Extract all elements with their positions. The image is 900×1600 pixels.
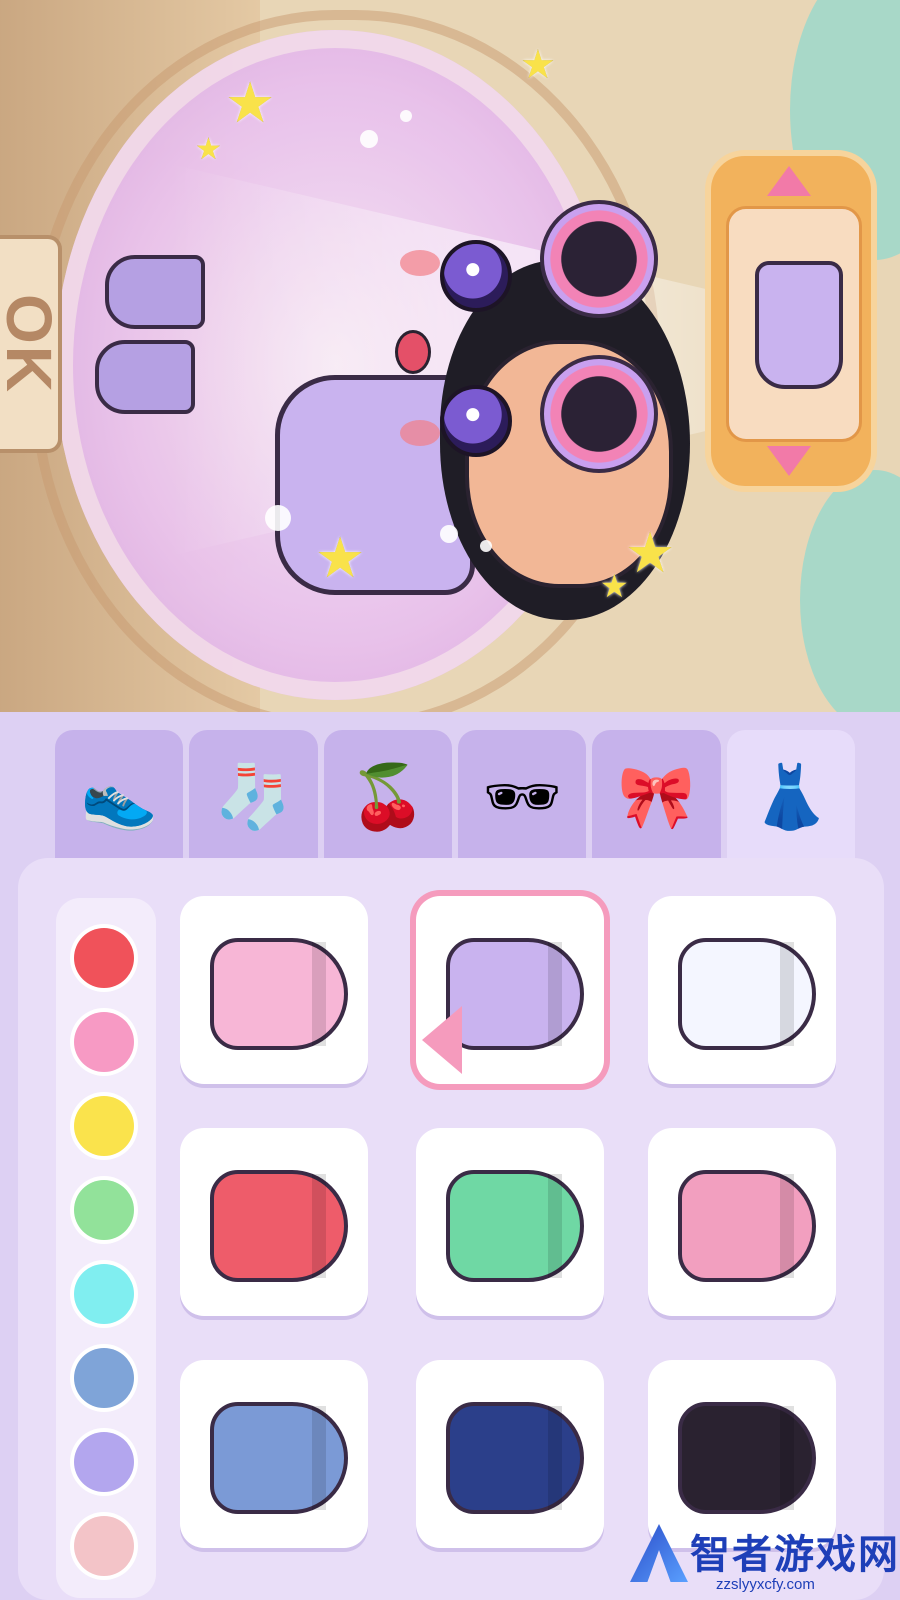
watermark-title: 智者游戏网 — [690, 1533, 900, 1577]
ok-button[interactable]: OK — [0, 235, 65, 453]
color-swatch-red[interactable] — [74, 928, 134, 988]
dress-thumbnail — [446, 938, 584, 1050]
sparkle — [440, 525, 458, 543]
sparkle — [400, 110, 412, 122]
heart-glasses — [540, 200, 658, 318]
doll-eye — [440, 240, 512, 312]
dress-icon: 👗 — [752, 763, 830, 832]
color-swatch-blue[interactable] — [74, 1348, 134, 1408]
color-swatch-yellow[interactable] — [74, 1096, 134, 1156]
dress-thumbnail — [678, 938, 816, 1050]
star-icon: ★ — [600, 568, 629, 604]
doll-blush — [400, 420, 440, 446]
color-palette — [56, 898, 156, 1598]
bow-icon: 🎀 — [617, 763, 696, 832]
star-icon: ★ — [520, 43, 556, 87]
heart-glasses-icon: 🕶 — [482, 763, 562, 832]
color-swatch-peach[interactable] — [74, 1516, 134, 1576]
dress-thumbnail — [678, 1170, 816, 1282]
dress-item-selected[interactable] — [416, 896, 604, 1084]
curtain-drape — [800, 470, 900, 712]
selected-indicator — [422, 1006, 462, 1074]
outfit-preview-panel — [705, 150, 877, 492]
dress-thumbnail — [446, 1402, 584, 1514]
dress-item[interactable] — [648, 1128, 836, 1316]
doll-character — [95, 130, 695, 620]
tab-hand-items[interactable]: 🍒 — [323, 730, 452, 866]
doll-mouth — [395, 330, 431, 374]
game-stage: OK ★ ★ ★ ★ ★ ★ — [0, 0, 900, 712]
dress-thumbnail — [755, 261, 843, 389]
watermark-url: zzslyyxcfy.com — [716, 1576, 815, 1593]
color-swatch-green[interactable] — [74, 1180, 134, 1240]
sparkle — [480, 540, 492, 552]
site-watermark: 智者游戏网 zzslyyxcfy.com — [620, 1522, 900, 1600]
tab-socks[interactable]: 🧦 — [189, 730, 318, 866]
item-grid-area — [18, 858, 884, 1600]
color-swatch-pink[interactable] — [74, 1012, 134, 1072]
ok-label: OK — [0, 294, 65, 394]
previous-outfit-button[interactable] — [767, 166, 811, 196]
star-icon: ★ — [625, 521, 676, 584]
tab-hair-bows[interactable]: 🎀 — [592, 730, 721, 866]
dress-item[interactable] — [416, 1128, 604, 1316]
shoes-icon: 👟 — [80, 763, 158, 832]
dress-item[interactable] — [648, 1360, 836, 1548]
dress-item[interactable] — [180, 896, 368, 1084]
dress-item[interactable] — [416, 1360, 604, 1548]
watermark-logo-icon — [630, 1524, 688, 1582]
doll-blush — [400, 250, 440, 276]
wardrobe-panel: 👟 🧦 🍒 🕶 🎀 👗 智者游戏网 zzslyyxcfy.com — [0, 712, 900, 1600]
doll-shoe — [105, 255, 205, 329]
tab-shoes[interactable]: 👟 — [55, 730, 184, 866]
color-swatch-cyan[interactable] — [74, 1264, 134, 1324]
dress-thumbnail — [446, 1170, 584, 1282]
category-tabs: 👟 🧦 🍒 🕶 🎀 👗 — [55, 730, 855, 870]
outfit-preview — [726, 206, 862, 442]
dress-thumbnail — [210, 1402, 348, 1514]
star-icon: ★ — [195, 133, 222, 166]
dress-thumbnail — [210, 1170, 348, 1282]
dress-item[interactable] — [648, 896, 836, 1084]
next-outfit-button[interactable] — [767, 446, 811, 476]
tab-glasses[interactable]: 🕶 — [457, 730, 587, 866]
doll-eye — [440, 385, 512, 457]
dress-thumbnail — [210, 938, 348, 1050]
color-swatch-lavender[interactable] — [74, 1432, 134, 1492]
sparkle — [265, 505, 291, 531]
star-icon: ★ — [315, 526, 366, 589]
dress-item[interactable] — [180, 1128, 368, 1316]
dress-item[interactable] — [180, 1360, 368, 1548]
sparkle — [360, 130, 378, 148]
heart-glasses — [540, 355, 658, 473]
cherry-wand-icon: 🍒 — [349, 763, 427, 832]
socks-icon: 🧦 — [214, 763, 293, 832]
tab-dresses[interactable]: 👗 — [726, 730, 855, 866]
star-icon: ★ — [225, 71, 276, 134]
dress-thumbnail — [678, 1402, 816, 1514]
doll-shoe — [95, 340, 195, 414]
